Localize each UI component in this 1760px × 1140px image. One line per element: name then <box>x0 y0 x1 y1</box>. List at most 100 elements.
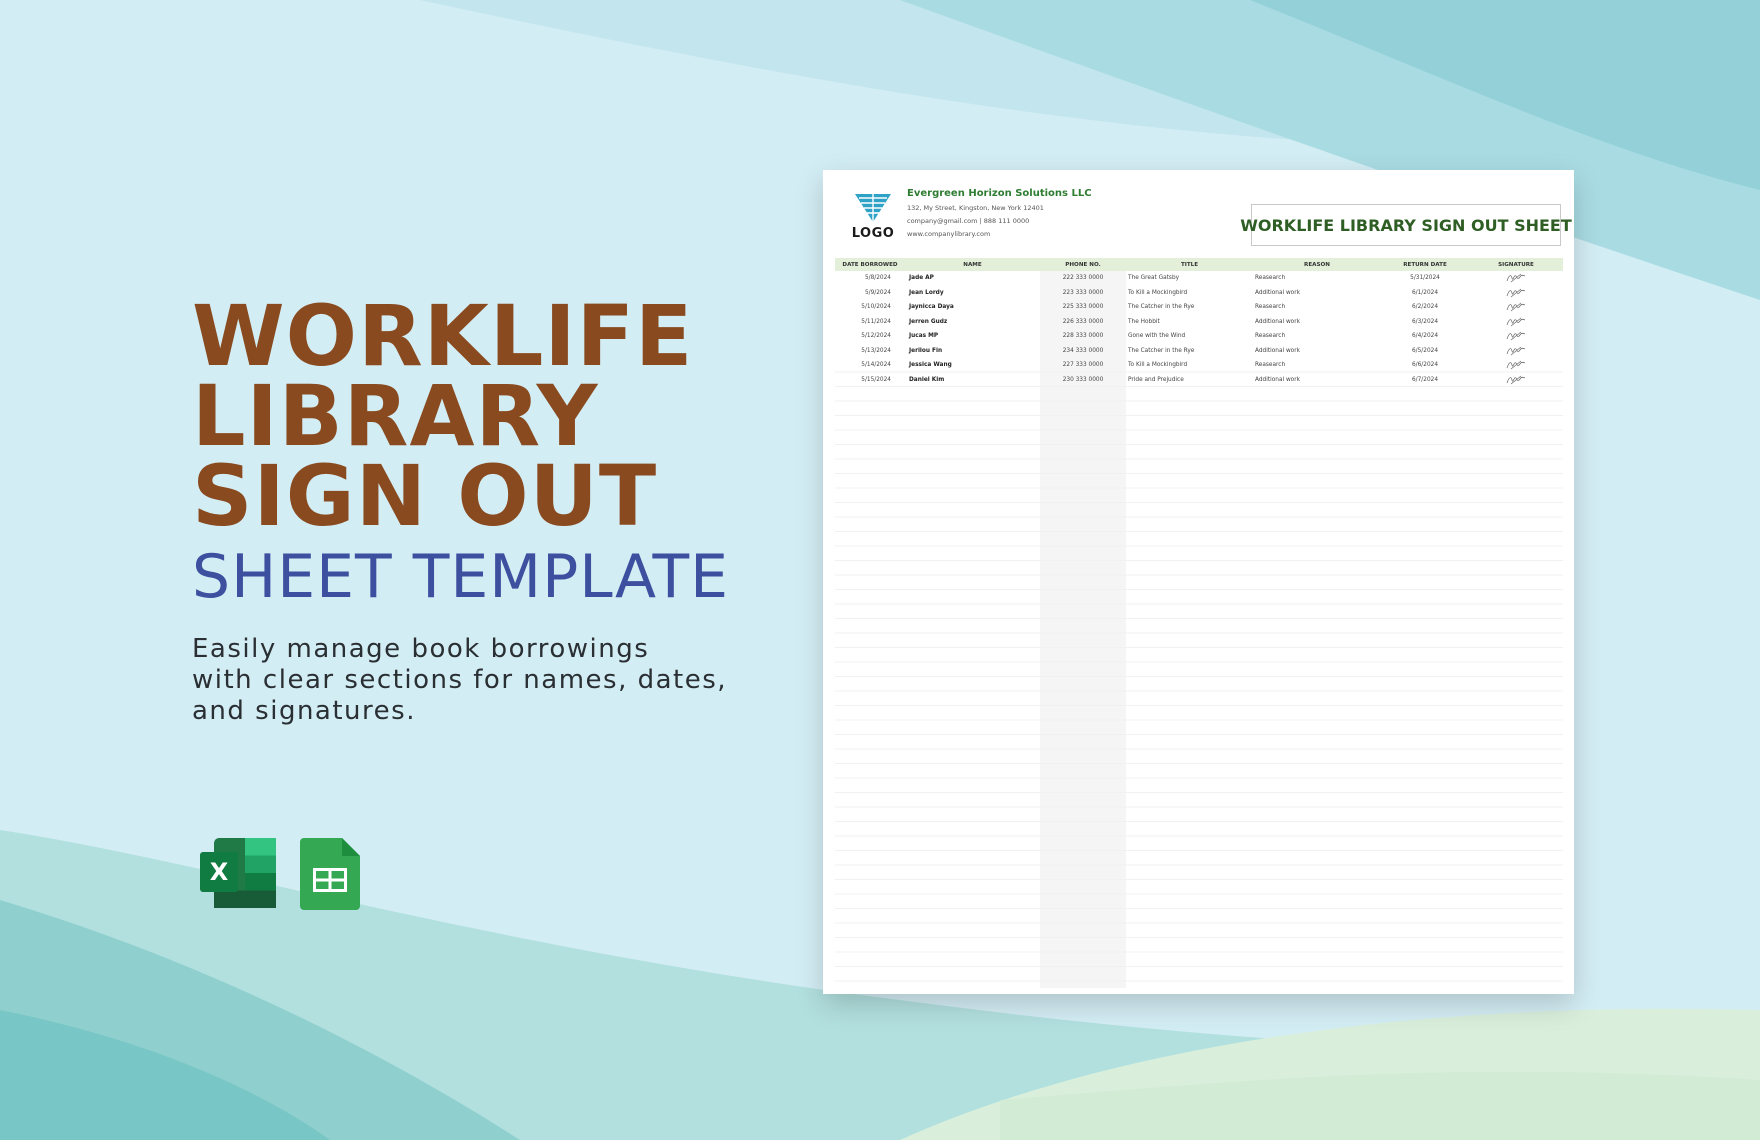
hero-description-line: with clear sections for names, dates, <box>192 665 728 695</box>
return-date-cell: 6/1/2024 <box>1411 289 1439 296</box>
signature-scribble-icon <box>1506 317 1526 327</box>
date-borrowed-cell: 5/15/2024 <box>861 376 891 383</box>
return-date-cell: 6/5/2024 <box>1411 347 1439 354</box>
book-title-cell: The Catcher in the Rye <box>1128 347 1195 354</box>
table-row: 5/11/2024 Jerren Gudz 226 333 0000 The Hobb… <box>835 315 1563 330</box>
date-borrowed-cell: 5/10/2024 <box>861 304 891 311</box>
signature-cell <box>1469 373 1563 388</box>
signature-scribble-icon <box>1506 375 1526 385</box>
table-row: 5/12/2024 Jucas MP 228 333 0000 Gone with t… <box>835 329 1563 344</box>
phone-cell: 222 333 0000 <box>1062 275 1104 282</box>
column-header: RETURN DATE <box>1381 258 1469 271</box>
name-cell: Jaynicca Daya <box>909 304 954 311</box>
signature-scribble-icon <box>1506 360 1526 370</box>
sheet-title-box: WORKLIFE LIBRARY SIGN OUT SHEET <box>1240 204 1572 246</box>
reason-cell: Additional work <box>1255 318 1300 325</box>
phone-cell: 228 333 0000 <box>1062 333 1104 340</box>
table-row: 5/14/2024 Jessica Wang 227 333 0000 To Kill… <box>835 358 1563 373</box>
table-row: 5/13/2024 Jerilou Fin 234 333 0000 The Catc… <box>835 344 1563 359</box>
return-date-cell: 6/4/2024 <box>1411 333 1439 340</box>
company-name: Evergreen Horizon Solutions LLC <box>907 188 1092 199</box>
signature-scribble-icon <box>1506 346 1526 356</box>
company-contact: company@gmail.com | 888 111 0000 <box>907 217 1030 225</box>
phone-cell: 223 333 0000 <box>1062 289 1104 296</box>
company-website: www.companylibrary.com <box>907 230 991 238</box>
date-borrowed-cell: 5/13/2024 <box>861 347 891 354</box>
hero-title-line: WORKLIFE <box>192 287 694 385</box>
date-borrowed-cell: 5/14/2024 <box>861 362 891 369</box>
name-cell: Jean Lordy <box>909 289 944 296</box>
table-row: 5/9/2024 Jean Lordy 223 333 0000 To Kill a … <box>835 286 1563 301</box>
signature-cell <box>1469 315 1563 330</box>
return-date-cell: 6/6/2024 <box>1411 362 1439 369</box>
table-row: 5/10/2024 Jaynicca Daya 225 333 0000 The Ca… <box>835 300 1563 315</box>
signature-scribble-icon <box>1506 331 1526 341</box>
logo-icon <box>855 194 891 222</box>
column-header: REASON <box>1253 258 1381 271</box>
book-title-cell: To Kill a Mockingbird <box>1128 289 1188 296</box>
return-date-cell: 6/3/2024 <box>1411 318 1439 325</box>
signature-scribble-icon <box>1506 288 1526 298</box>
date-borrowed-cell: 5/9/2024 <box>864 289 891 296</box>
signature-scribble-icon <box>1506 302 1526 312</box>
table-row: 5/15/2024 Daniel Kim 230 333 0000 Pride and… <box>835 373 1563 388</box>
hero-description-line: Easily manage book borrowings <box>192 634 650 664</box>
hero-title-line: SIGN OUT <box>192 447 658 545</box>
company-info: Evergreen Horizon Solutions LLC 132, My … <box>907 188 1092 238</box>
name-cell: Jerren Gudz <box>909 318 948 325</box>
signature-cell <box>1469 271 1563 286</box>
signature-cell <box>1469 344 1563 359</box>
sheet-preview: LOGO Evergreen Horizon Solutions LLC 132… <box>823 170 1574 994</box>
hero-description: Easily manage book borrowings with clear… <box>192 634 812 727</box>
logo-text: LOGO <box>851 226 895 241</box>
hero-title-line: LIBRARY <box>192 367 599 465</box>
signature-cell <box>1469 329 1563 344</box>
phone-cell: 225 333 0000 <box>1062 304 1104 311</box>
google-sheets-icon <box>300 838 360 910</box>
column-header: NAME <box>905 258 1040 271</box>
date-borrowed-cell: 5/11/2024 <box>861 318 891 325</box>
signature-scribble-icon <box>1506 273 1526 283</box>
sheet-title: WORKLIFE LIBRARY SIGN OUT SHEET <box>1240 215 1572 235</box>
reason-cell: Additional work <box>1255 347 1300 354</box>
name-cell: Jucas MP <box>909 333 939 340</box>
book-title-cell: Pride and Prejudice <box>1128 376 1184 383</box>
reason-cell: Reasearch <box>1255 304 1286 311</box>
reason-cell: Reasearch <box>1255 275 1286 282</box>
excel-letter: X <box>210 858 229 886</box>
company-address: 132, My Street, Kingston, New York 12401 <box>907 204 1044 212</box>
date-borrowed-cell: 5/12/2024 <box>861 333 891 340</box>
book-title-cell: The Catcher in the Rye <box>1128 304 1195 311</box>
phone-cell: 234 333 0000 <box>1062 347 1104 354</box>
return-date-cell: 5/31/2024 <box>1410 275 1440 282</box>
book-title-cell: Gone with the Wind <box>1128 333 1186 340</box>
company-logo: LOGO <box>845 192 901 242</box>
column-header: TITLE <box>1126 258 1253 271</box>
book-title-cell: The Hobbit <box>1128 318 1160 325</box>
signature-cell <box>1469 286 1563 301</box>
reason-cell: Reasearch <box>1255 333 1286 340</box>
reason-cell: Additional work <box>1255 376 1300 383</box>
name-cell: Jessica Wang <box>909 362 952 369</box>
app-icons: X <box>200 838 360 910</box>
return-date-cell: 6/7/2024 <box>1411 376 1439 383</box>
phone-cell: 227 333 0000 <box>1062 362 1104 369</box>
name-cell: Jerilou Fin <box>909 347 943 354</box>
table-row: 5/8/2024 Jade AP 222 333 0000 The Great Gat… <box>835 271 1563 286</box>
date-borrowed-cell: 5/8/2024 <box>864 275 891 282</box>
hero-text-block: WORKLIFE LIBRARY SIGN OUT SHEET TEMPLATE… <box>192 287 812 727</box>
column-header: PHONE NO. <box>1040 258 1126 271</box>
return-date-cell: 6/2/2024 <box>1411 304 1439 311</box>
reason-cell: Additional work <box>1255 289 1300 296</box>
sign-out-table: DATE BORROWED NAME PHONE NO. TITLE REASO… <box>835 258 1563 387</box>
name-cell: Daniel Kim <box>909 376 945 383</box>
reason-cell: Reasearch <box>1255 362 1286 369</box>
name-cell: Jade AP <box>909 275 934 282</box>
hero-subtitle: SHEET TEMPLATE <box>192 542 730 612</box>
book-title-cell: To Kill a Mockingbird <box>1128 362 1188 369</box>
column-header: SIGNATURE <box>1469 258 1563 271</box>
empty-rows <box>835 358 1563 988</box>
phone-cell: 230 333 0000 <box>1062 376 1104 383</box>
book-title-cell: The Great Gatsby <box>1128 275 1180 282</box>
hero-title: WORKLIFE LIBRARY SIGN OUT <box>192 287 812 545</box>
